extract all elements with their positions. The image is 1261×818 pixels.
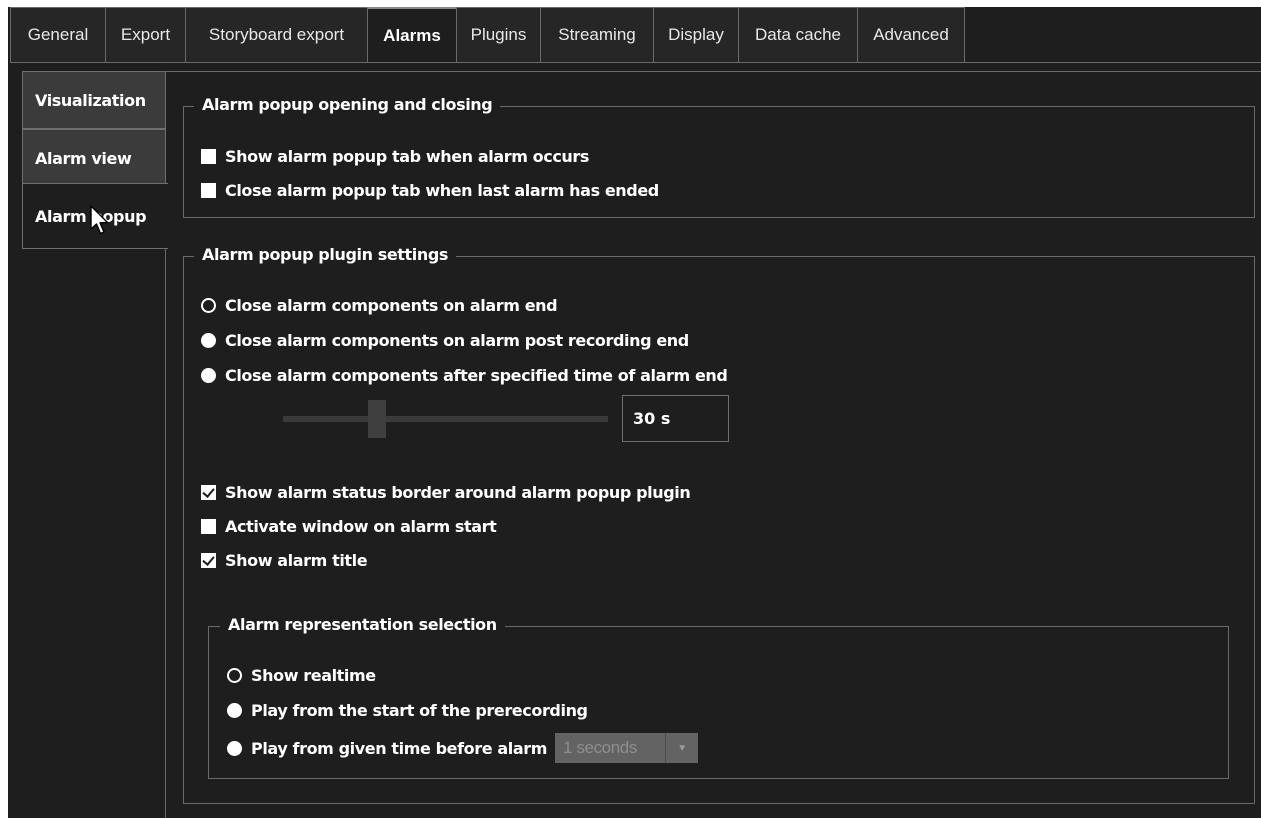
given-time-dropdown[interactable]: 1 seconds ▼ — [555, 733, 699, 763]
tab-storyboard-export[interactable]: Storyboard export — [185, 7, 367, 63]
tab-advanced[interactable]: Advanced — [857, 7, 965, 63]
show-realtime-radio[interactable]: Show realtime — [227, 664, 376, 686]
chevron-down-icon: ▼ — [665, 733, 698, 763]
tab-alarms[interactable]: Alarms — [367, 7, 456, 63]
show-popup-tab-checkbox[interactable]: Show alarm popup tab when alarm occurs — [201, 145, 589, 167]
tab-export[interactable]: Export — [105, 7, 185, 63]
close-delay-slider-handle[interactable] — [368, 400, 387, 438]
close-on-end-radio[interactable]: Close alarm components on alarm end — [201, 294, 558, 316]
tab-general[interactable]: General — [10, 7, 105, 63]
radio-icon — [227, 702, 242, 718]
radio-icon — [201, 367, 216, 383]
representation-group-title: Alarm representation selection — [220, 615, 505, 634]
play-prerecording-radio[interactable]: Play from the start of the prerecording — [227, 699, 588, 721]
close-on-post-recording-label: Close alarm components on alarm post rec… — [225, 330, 689, 350]
play-prerecording-label: Play from the start of the prerecording — [251, 700, 588, 720]
show-title-label: Show alarm title — [225, 550, 368, 570]
tab-data-cache[interactable]: Data cache — [738, 7, 857, 63]
top-tab-bar: General Export Storyboard export Alarms … — [10, 7, 965, 63]
radio-icon — [201, 332, 216, 348]
show-title-checkbox[interactable]: Show alarm title — [201, 549, 368, 571]
checkbox-checked-icon — [201, 484, 216, 500]
close-after-time-label: Close alarm components after specified t… — [225, 365, 728, 385]
tab-display[interactable]: Display — [653, 7, 738, 63]
tab-plugins[interactable]: Plugins — [456, 7, 540, 63]
tab-streaming[interactable]: Streaming — [540, 7, 653, 63]
show-realtime-label: Show realtime — [251, 665, 376, 685]
activate-window-checkbox[interactable]: Activate window on alarm start — [201, 515, 497, 537]
content-top-border — [165, 71, 1261, 72]
radio-icon — [227, 740, 242, 756]
checkbox-checked-icon — [201, 552, 216, 568]
show-popup-tab-label: Show alarm popup tab when alarm occurs — [225, 146, 590, 166]
side-tab-alarm-view[interactable]: Alarm view — [22, 129, 166, 187]
checkbox-icon — [201, 182, 216, 198]
close-popup-tab-checkbox[interactable]: Close alarm popup tab when last alarm ha… — [201, 179, 659, 201]
status-border-checkbox[interactable]: Show alarm status border around alarm po… — [201, 481, 691, 503]
given-time-value: 1 seconds — [563, 738, 637, 757]
play-given-time-label: Play from given time before alarm — [251, 738, 548, 758]
close-popup-tab-label: Close alarm popup tab when last alarm ha… — [225, 180, 659, 200]
checkbox-icon — [201, 148, 216, 164]
close-on-post-recording-radio[interactable]: Close alarm components on alarm post rec… — [201, 329, 689, 351]
checkbox-icon — [201, 518, 216, 534]
close-delay-slider[interactable] — [283, 416, 608, 422]
close-on-end-label: Close alarm components on alarm end — [225, 295, 558, 315]
radio-selected-icon — [227, 667, 242, 683]
side-tab-divider — [165, 246, 166, 818]
plugin-settings-group-title: Alarm popup plugin settings — [194, 245, 457, 264]
play-given-time-radio[interactable]: Play from given time before alarm 1 seco… — [227, 733, 699, 763]
mouse-cursor-icon — [90, 205, 109, 235]
opening-closing-group-title: Alarm popup opening and closing — [194, 95, 501, 114]
activate-window-label: Activate window on alarm start — [225, 516, 497, 536]
close-delay-value-field[interactable]: 30 s — [622, 395, 729, 442]
tab-bar-divider — [10, 62, 1261, 63]
status-border-label: Show alarm status border around alarm po… — [225, 482, 691, 502]
side-tab-visualization[interactable]: Visualization — [22, 71, 166, 129]
close-after-time-radio[interactable]: Close alarm components after specified t… — [201, 364, 728, 386]
radio-selected-icon — [201, 297, 216, 313]
